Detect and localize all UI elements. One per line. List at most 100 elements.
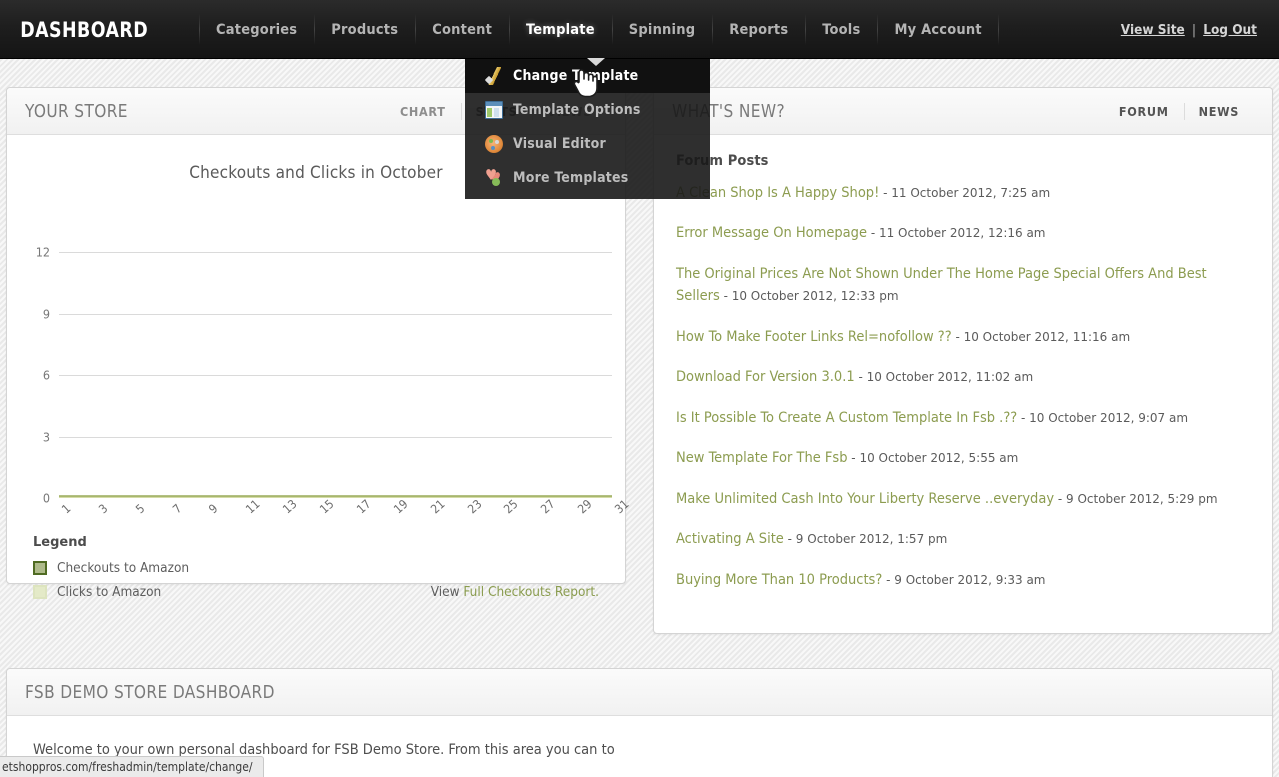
legend-title: Legend [33,535,87,550]
forum-post-timestamp: - 9 October 2012, 5:29 pm [1054,491,1218,506]
chart-x-tick-label: 19 [390,496,411,517]
main-nav-list: Categories Products Content Template Spi… [198,0,1000,59]
chart-x-tick-label: 3 [95,501,111,517]
menu-item-change-template-label: Change Template [513,68,639,84]
forum-post-item: Buying More Than 10 Products? - 9 Octobe… [676,569,1250,591]
forum-posts-subtitle: Forum Posts [676,153,769,169]
menu-item-visual-editor[interactable]: Visual Editor [465,127,710,161]
legend-swatch-checkouts [33,561,47,575]
nav-item-categories[interactable]: Categories [198,0,314,59]
window-layout-icon [485,101,503,119]
forum-post-title-link[interactable]: Buying More Than 10 Products? [676,572,882,588]
forum-post-timestamp: - 9 October 2012, 1:57 pm [783,532,948,547]
chart-x-tick-label: 17 [353,496,374,517]
forum-post-item: Error Message On Homepage - 11 October 2… [676,222,1250,244]
top-navigation-bar: DASHBOARD Categories Products Content Te… [0,0,1279,59]
chart-x-tick-label: 5 [132,501,148,517]
forum-post-item: The Original Prices Are Not Shown Under … [676,263,1250,308]
menu-item-visual-editor-label: Visual Editor [513,136,606,152]
forum-post-title-link[interactable]: How To Make Footer Links Rel=nofollow ?? [676,329,952,345]
chart-container: Checkouts and Clicks in October 0 3 6 9 12 1 3… [7,135,632,600]
forum-post-item: Is It Possible To Create A Custom Templa… [676,407,1250,429]
chart-x-tick-label: 25 [501,496,521,517]
forum-post-item: A Clean Shop Is A Happy Shop! - 11 Octob… [676,182,1250,204]
forum-post-timestamp: - 9 October 2012, 9:33 am [882,572,1046,587]
forum-post-timestamp: - 10 October 2012, 11:02 am [854,370,1034,385]
menu-item-more-templates-label: More Templates [513,170,629,186]
chart-x-tick-label: 31 [612,496,632,517]
nav-item-products[interactable]: Products [314,0,415,59]
nav-item-template[interactable]: Template [509,0,612,59]
report-link-prefix: View [430,584,464,600]
nav-right-links: View Site | Log Out [1121,0,1257,59]
chart-x-tick-label: 29 [575,496,595,517]
chart-gridline [59,436,612,438]
paintbrush-icon [485,67,503,85]
forum-post-timestamp: - 10 October 2012, 9:07 am [1017,410,1189,425]
forum-post-title-link[interactable]: Error Message On Homepage [676,225,867,241]
legend-row-clicks: Clicks to Amazon View Full Checkouts Rep… [33,580,599,604]
forum-post-item: New Template For The Fsb - 10 October 20… [676,447,1250,469]
palette-icon [485,135,503,153]
chart-y-tick-label: 0 [42,490,50,506]
full-checkouts-report-link[interactable]: Full Checkouts Report. [463,584,599,600]
chart-y-tick-label: 9 [42,306,50,321]
chart-gridline [59,313,612,315]
chart-x-tick-label: 9 [206,501,221,517]
forum-post-timestamp: - 10 October 2012, 12:33 pm [719,289,899,304]
forum-post-item: Activating A Site - 9 October 2012, 1:57… [676,528,1250,550]
menu-item-template-options[interactable]: Template Options [465,93,710,127]
menu-item-more-templates[interactable]: More Templates [465,161,710,195]
forum-post-title-link[interactable]: Make Unlimited Cash Into Your Liberty Re… [676,491,1054,507]
chart-gridline [59,375,612,376]
menu-item-template-options-label: Template Options [513,102,641,118]
your-store-title: YOUR STORE [25,100,128,122]
fsb-dashboard-header: FSB DEMO STORE DASHBOARD [7,669,1272,716]
tab-news[interactable]: NEWS [1183,88,1254,135]
nav-item-my-account[interactable]: My Account [877,0,1000,59]
legend-row-checkouts: Checkouts to Amazon [33,556,599,580]
nav-item-tools[interactable]: Tools [805,0,877,59]
chart-y-tick-label: 12 [35,244,50,260]
whats-new-panel: WHAT'S NEW? FORUM NEWS Forum Posts A Cle… [653,87,1273,634]
log-out-link[interactable]: Log Out [1203,22,1257,38]
legend-swatch-clicks [33,585,47,599]
chart-x-tick-label: 15 [317,496,337,517]
forum-posts-list: Forum Posts A Clean Shop Is A Happy Shop… [654,135,1272,634]
forum-post-timestamp: - 11 October 2012, 7:25 am [879,186,1051,200]
forum-post-timestamp: - 10 October 2012, 11:16 am [951,329,1131,344]
forum-post-title-link[interactable]: Is It Possible To Create A Custom Templa… [676,410,1017,426]
nav-links-separator: | [1191,21,1197,38]
chart-x-tick-label: 11 [243,496,263,517]
forum-post-timestamp: - 10 October 2012, 5:55 am [847,451,1019,466]
nav-item-spinning[interactable]: Spinning [611,0,712,59]
view-site-link[interactable]: View Site [1121,22,1185,38]
chart-x-tick-label: 13 [280,496,300,517]
forum-post-title-link[interactable]: New Template For The Fsb [676,450,847,466]
chart-legend: Legend Checkouts to Amazon Clicks to Ama… [33,535,599,604]
chart-x-tick-label: 1 [59,501,74,517]
whats-new-panel-header: WHAT'S NEW? FORUM NEWS [654,88,1272,135]
forum-post-item: Make Unlimited Cash Into Your Liberty Re… [676,488,1250,510]
dropdown-caret-icon [587,58,605,66]
chart-x-tick-label: 21 [427,496,448,517]
fsb-dashboard-title: FSB DEMO STORE DASHBOARD [25,681,275,703]
forum-post-timestamp: - 11 October 2012, 12:16 am [867,226,1046,241]
dashboard-brand-logo: DASHBOARD [20,17,149,42]
full-checkouts-report: View Full Checkouts Report. [431,584,599,600]
hearts-icon [485,166,503,187]
nav-item-content[interactable]: Content [415,0,509,59]
chart-series-line-checkouts [59,495,612,497]
tab-forum[interactable]: FORUM [1104,88,1184,135]
chart-x-tick-label: 7 [169,501,185,517]
legend-label-clicks: Clicks to Amazon [57,584,162,600]
legend-label-checkouts: Checkouts to Amazon [57,560,190,576]
nav-item-reports[interactable]: Reports [712,0,805,59]
forum-post-title-link[interactable]: Download For Version 3.0.1 [676,369,855,385]
template-dropdown-menu: Change Template Template Options Visual … [465,58,710,199]
forum-post-title-link[interactable]: Activating A Site [676,531,784,547]
forum-post-item: How To Make Footer Links Rel=nofollow ??… [676,326,1250,348]
tab-chart[interactable]: CHART [385,88,461,135]
posts-container: A Clean Shop Is A Happy Shop! - 11 Octob… [676,182,1250,591]
chart-gridline [59,252,612,253]
